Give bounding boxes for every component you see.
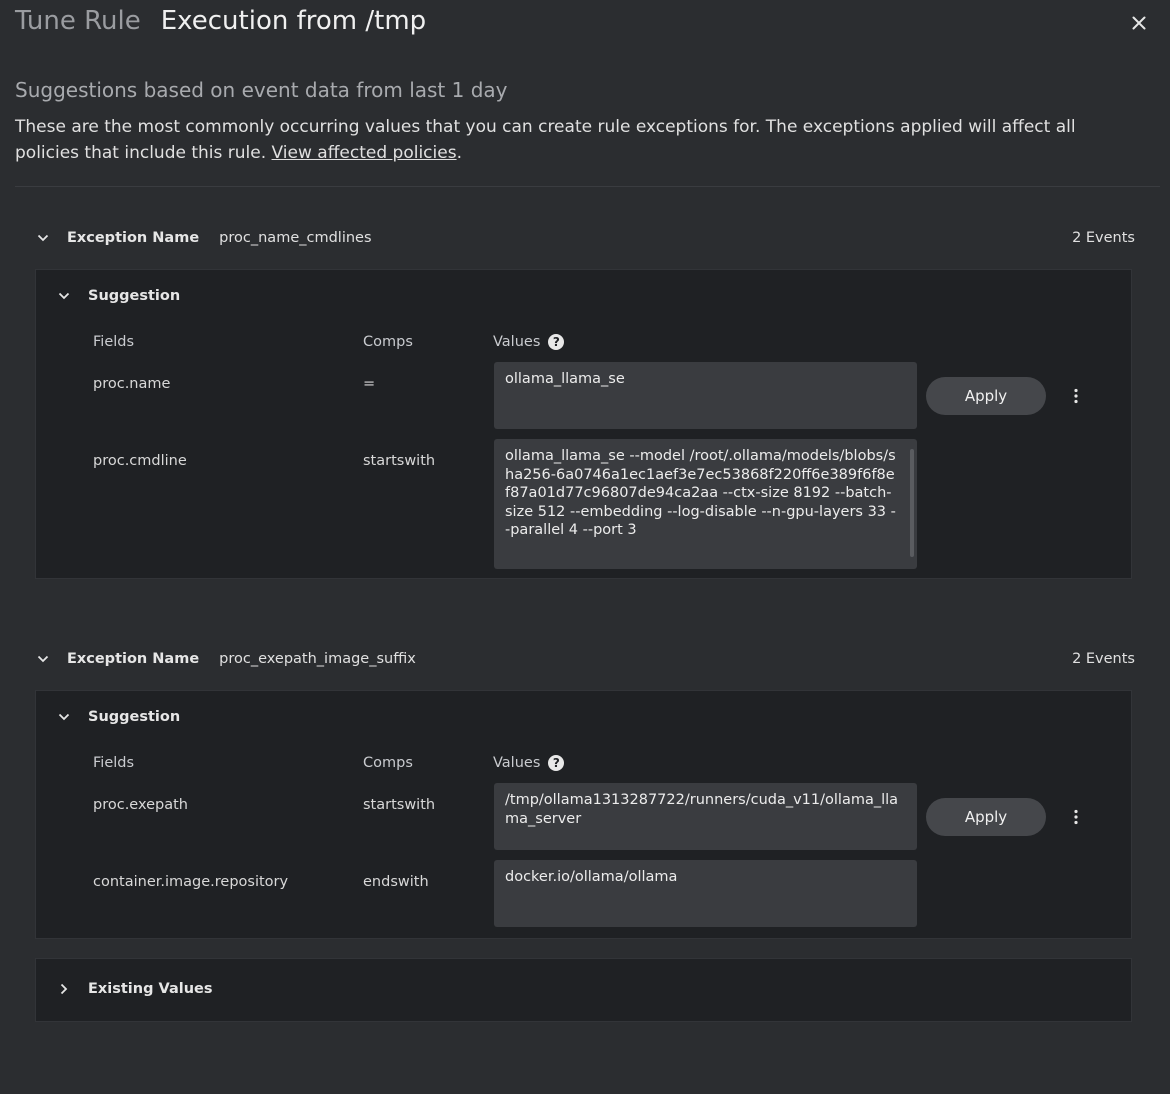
description-text: These are the most commonly occurring va… [15,117,1076,163]
field-name: container.image.repository [93,874,289,890]
exception-header[interactable]: Exception Name proc_name_cmdlines 2 Even… [35,223,1135,253]
fields-header: Fields [93,755,135,771]
field-name: proc.cmdline [93,453,187,469]
chevron-down-icon[interactable] [56,709,72,725]
values-header-label: Values [493,334,541,350]
existing-values-toggle[interactable]: Existing Values [56,981,212,997]
close-button[interactable] [1128,12,1150,34]
suggestion-panel: Suggestion Fields Comps Values ? proc.ex… [35,690,1132,939]
chevron-down-icon[interactable] [35,651,51,667]
values-header: Values ? [493,755,565,771]
event-count: 2 Events [1072,651,1135,667]
comp-operator: startswith [363,453,436,469]
comp-operator: endswith [363,874,429,890]
existing-values-label: Existing Values [88,981,213,997]
fields-header: Fields [93,334,135,350]
comp-operator: = [363,376,376,392]
apply-button[interactable]: Apply [926,798,1046,836]
comps-header: Comps [363,755,413,771]
exception-name-value: proc_name_cmdlines [219,230,372,246]
suggestion-toggle[interactable]: Suggestion [56,709,180,725]
suggestion-toggle[interactable]: Suggestion [56,288,180,304]
suggestions-heading: Suggestions based on event data from las… [15,78,508,102]
view-affected-policies-link[interactable]: View affected policies [272,143,457,163]
divider [15,186,1160,187]
more-vert-icon [1074,388,1078,404]
event-count: 2 Events [1072,230,1135,246]
value-input[interactable]: /tmp/ollama1313287722/runners/cuda_v11/o… [494,783,917,850]
description-period: . [456,143,462,163]
exception-name-label: Exception Name [67,651,200,667]
exception-header[interactable]: Exception Name proc_exepath_image_suffix… [35,644,1135,674]
exception-name-value: proc_exepath_image_suffix [219,651,416,667]
scrollbar[interactable] [910,449,914,557]
exception-name-label: Exception Name [67,230,200,246]
field-name: proc.exepath [93,797,188,813]
suggestion-panel: Suggestion Fields Comps Values ? proc.na… [35,269,1132,579]
comp-operator: startswith [363,797,436,813]
value-text: ollama_llama_se --model /root/.ollama/mo… [505,448,896,538]
existing-values-panel[interactable]: Existing Values [35,958,1132,1022]
chevron-right-icon[interactable] [56,981,72,997]
field-name: proc.name [93,376,171,392]
dialog-subtitle: Tune Rule [15,6,141,36]
suggestion-label: Suggestion [88,709,181,725]
suggestion-label: Suggestion [88,288,181,304]
more-vert-icon [1074,809,1078,825]
chevron-down-icon[interactable] [56,288,72,304]
values-header: Values ? [493,334,565,350]
chevron-down-icon[interactable] [35,230,51,246]
dialog-header: Tune Rule Execution from /tmp [15,6,426,42]
values-header-label: Values [493,755,541,771]
help-icon[interactable]: ? [548,755,565,771]
help-icon[interactable]: ? [548,334,565,350]
comps-header: Comps [363,334,413,350]
value-input[interactable]: docker.io/ollama/ollama [494,860,917,927]
more-options-button[interactable] [1066,377,1086,415]
apply-button[interactable]: Apply [926,377,1046,415]
value-input[interactable]: ollama_llama_se [494,362,917,429]
close-icon [1132,16,1146,30]
dialog-title: Execution from /tmp [160,6,427,36]
value-input[interactable]: ollama_llama_se --model /root/.ollama/mo… [494,439,917,569]
suggestions-description: These are the most commonly occurring va… [15,114,1135,166]
more-options-button[interactable] [1066,798,1086,836]
